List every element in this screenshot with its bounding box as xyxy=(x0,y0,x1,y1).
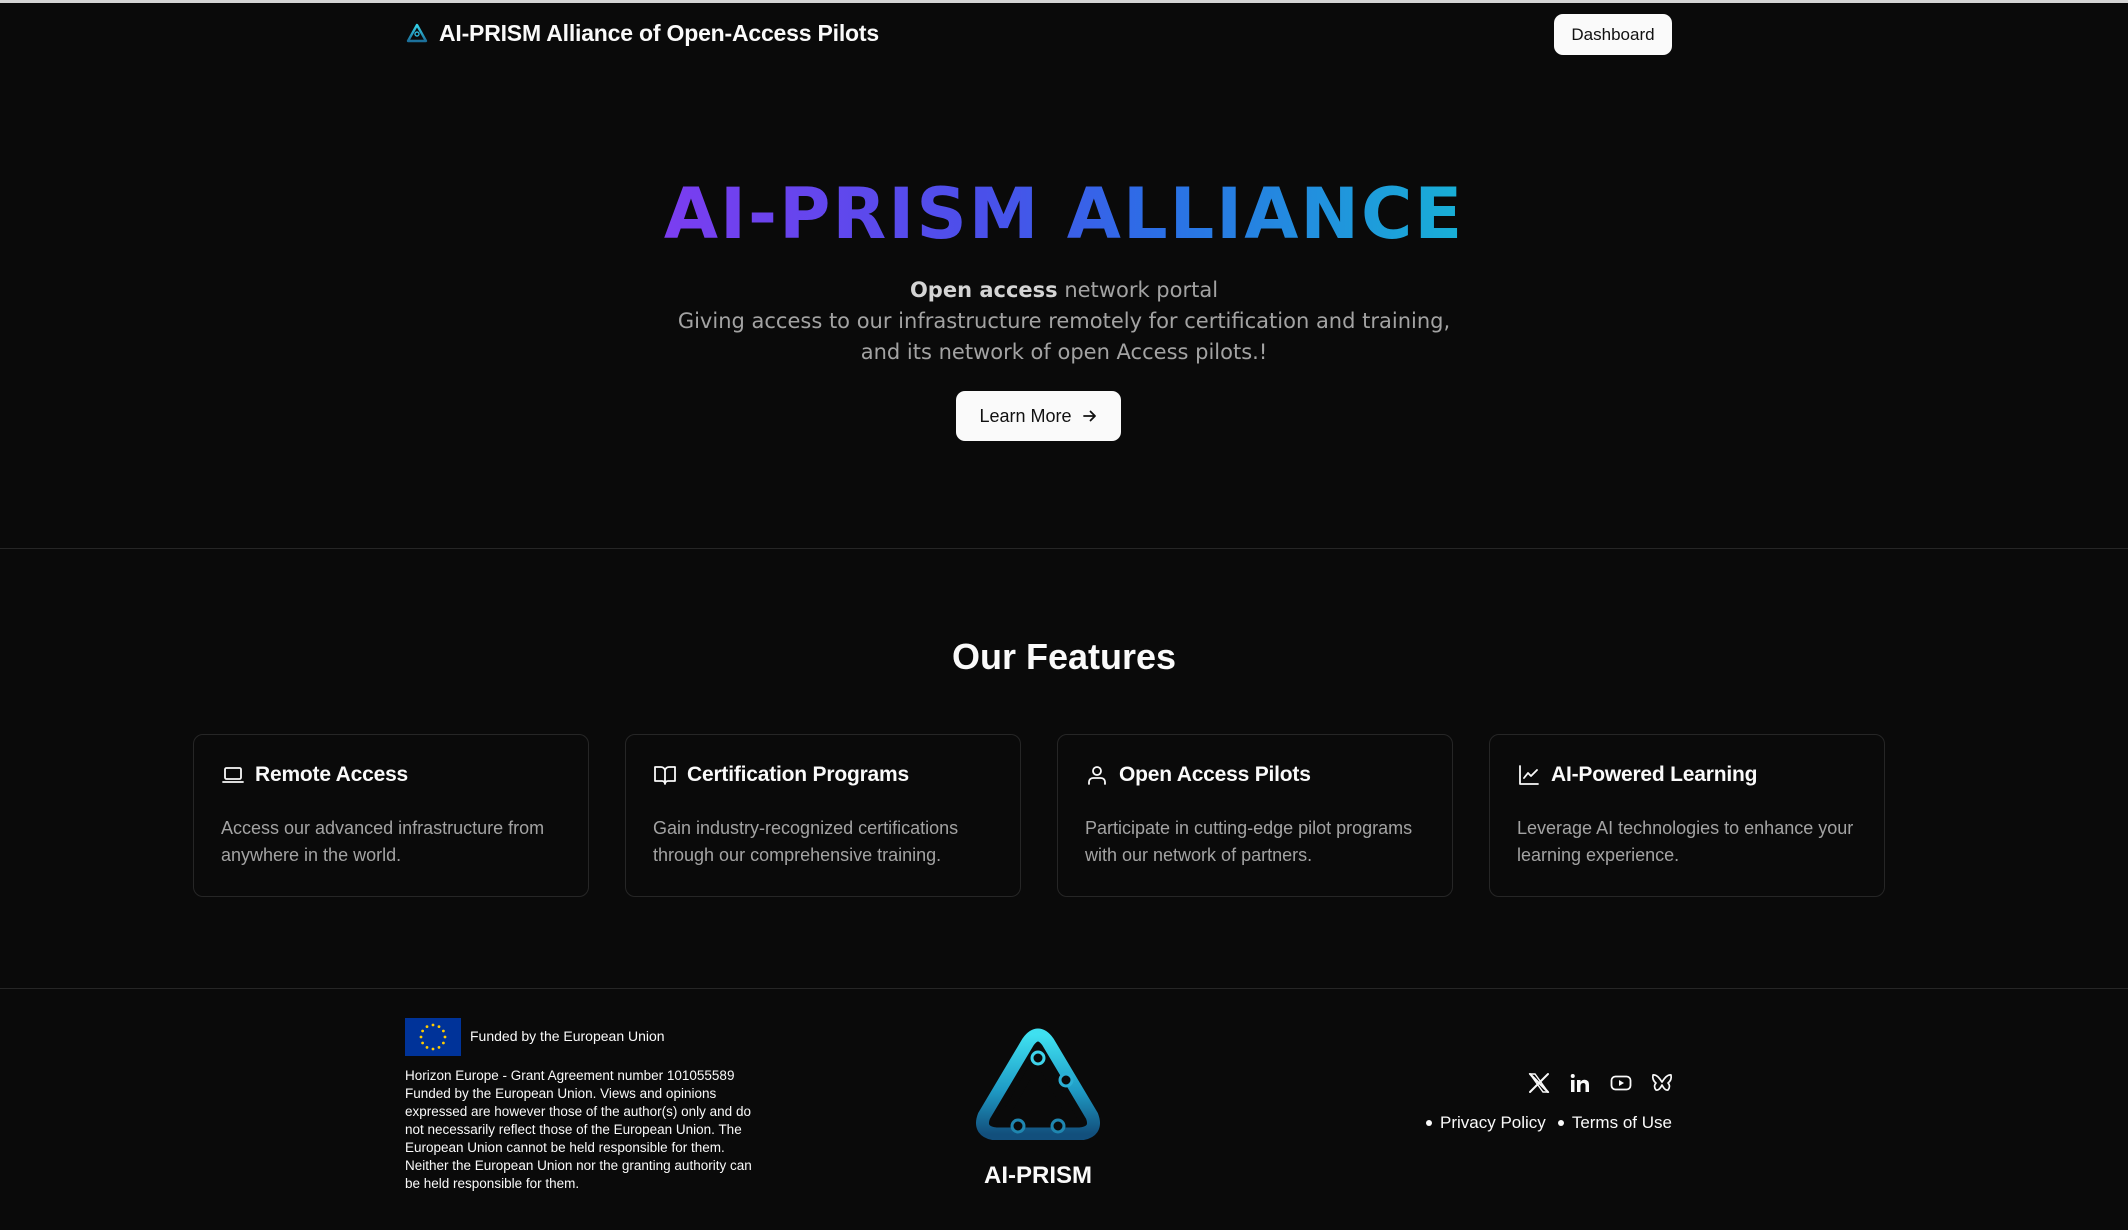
bluesky-icon[interactable] xyxy=(1649,1070,1675,1096)
laptop-icon xyxy=(222,767,244,783)
learn-more-label: Learn More xyxy=(979,405,1072,426)
hero-description: Giving access to our infrastructure remo… xyxy=(677,309,1451,364)
brand-title: AI-PRISM Alliance of Open-Access Pilots xyxy=(439,20,879,46)
privacy-policy-link[interactable]: Privacy Policy xyxy=(1440,1113,1546,1133)
footer-logo-name: AI-PRISM xyxy=(984,1162,1092,1189)
feature-card-ai-learning: AI-Powered Learning Leverage AI technolo… xyxy=(1489,734,1885,897)
ai-prism-logo-icon xyxy=(976,1028,1100,1140)
feature-title: Open Access Pilots xyxy=(1119,763,1311,786)
feature-title: AI-Powered Learning xyxy=(1551,763,1758,786)
hero-title: AI-PRISM ALLIANCE xyxy=(663,173,1465,255)
terms-of-use-link[interactable]: Terms of Use xyxy=(1572,1113,1672,1133)
hero-subtitle: Open access network portal xyxy=(909,278,1219,302)
prism-logo-icon xyxy=(406,23,428,42)
bullet xyxy=(1426,1120,1432,1126)
line-chart-icon xyxy=(1519,765,1539,785)
eu-flag-icon xyxy=(405,1018,461,1056)
features-title: Our Features xyxy=(951,636,1177,677)
feature-description: Participate in cutting-edge pilot progra… xyxy=(1085,818,1413,865)
feature-card-remote-access: Remote Access Access our advanced infras… xyxy=(193,734,589,897)
linkedin-icon[interactable] xyxy=(1567,1070,1593,1096)
site-header: AI-PRISM Alliance of Open-Access Pilots … xyxy=(0,3,2128,67)
learn-more-button[interactable]: Learn More xyxy=(956,391,1121,441)
feature-description: Leverage AI technologies to enhance your… xyxy=(1517,818,1854,865)
bullet xyxy=(1557,1120,1564,1126)
feature-description: Gain industry-recognized certifications … xyxy=(653,818,959,865)
feature-title: Certification Programs xyxy=(687,763,909,786)
footer-divider xyxy=(0,988,2128,989)
eu-funding-label: Funded by the European Union xyxy=(470,1028,665,1044)
feature-title: Remote Access xyxy=(255,763,409,786)
arrow-right-icon xyxy=(1082,410,1096,422)
book-open-icon xyxy=(654,766,676,785)
user-icon xyxy=(1088,766,1106,785)
feature-description: Access our advanced infrastructure from … xyxy=(221,818,545,865)
brand-link[interactable]: AI-PRISM Alliance of Open-Access Pilots xyxy=(405,20,879,47)
footer-links: Privacy Policy Terms of Use xyxy=(1426,1113,1672,1133)
dashboard-button[interactable]: Dashboard xyxy=(1554,14,1672,55)
youtube-icon[interactable] xyxy=(1608,1070,1634,1096)
feature-card-open-access-pilots: Open Access Pilots Participate in cuttin… xyxy=(1057,734,1453,897)
feature-card-certification: Certification Programs Gain industry-rec… xyxy=(625,734,1021,897)
x-icon[interactable] xyxy=(1526,1070,1552,1096)
social-links xyxy=(1526,1070,1675,1096)
section-divider xyxy=(0,548,2128,549)
